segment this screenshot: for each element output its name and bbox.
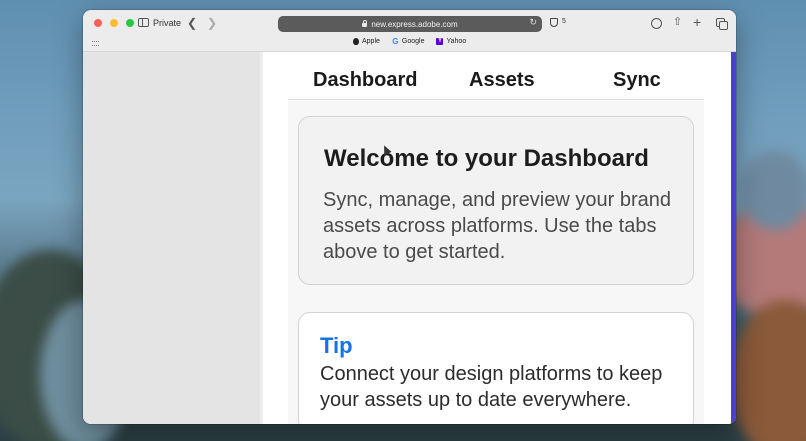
back-icon[interactable]: ❮ [187,16,197,30]
left-panel [83,52,260,424]
tab-assets[interactable]: Assets [469,69,535,92]
tip-title: Tip [320,333,353,358]
bookmark-yahoo[interactable]: Y Yahoo [436,38,466,45]
lock-icon [362,20,368,27]
favorites-bar: Apple G Google Y Yahoo [353,37,466,46]
yahoo-logo-icon: Y [436,38,444,45]
tab-sync[interactable]: Sync [613,69,661,92]
welcome-title: Welcome to your Dashboard [324,145,649,172]
tab-dashboard[interactable]: Dashboard [313,69,417,92]
accent-bar [731,52,736,424]
bookmark-label: Yahoo [446,38,467,45]
privacy-shield-icon[interactable] [550,18,558,27]
dashboard-panel: Welcome to your Dashboard Sync, manage, … [288,101,704,424]
welcome-body: Sync, manage, and preview your brand ass… [323,189,671,263]
tip-card: Tip Connect your design platforms to kee… [298,312,694,424]
tip-body: Connect your design platforms to keep yo… [320,363,663,411]
bookmark-label: Google [401,38,425,45]
browser-toolbar: Private ❮ ❯ new.express.adobe.com ↻ 5 ⇧ … [83,10,736,52]
private-label: Private [153,18,182,28]
address-bar[interactable]: new.express.adobe.com ↻ [278,16,542,32]
bookmark-label: Apple [362,38,380,45]
forward-icon[interactable]: ❯ [207,16,217,30]
minimize-window-button[interactable] [110,19,118,27]
google-logo-icon: G [392,37,399,46]
address-text: new.express.adobe.com [371,19,458,29]
new-tab-icon[interactable]: + [693,14,701,30]
web-page: Dashboard Assets Sync Welcome to your Da… [83,52,736,424]
browser-window: Private ❮ ❯ new.express.adobe.com ↻ 5 ⇧ … [83,10,736,424]
tracker-count: 5 [562,18,566,25]
bookmark-apple[interactable]: Apple [353,38,380,45]
tab-overview-icon[interactable] [716,18,728,30]
tab-bar: Dashboard Assets Sync [288,52,704,100]
bookmark-google[interactable]: G Google [392,37,425,46]
welcome-card: Welcome to your Dashboard Sync, manage, … [298,116,694,285]
share-icon[interactable]: ⇧ [673,15,682,28]
window-controls [94,19,134,27]
downloads-icon[interactable] [651,18,662,29]
favorites-grid-icon[interactable] [92,41,99,46]
sidebar-toggle-icon[interactable] [138,18,149,27]
apple-logo-icon [353,38,359,45]
close-window-button[interactable] [94,19,102,27]
reload-icon[interactable]: ↻ [529,17,537,28]
zoom-window-button[interactable] [126,19,134,27]
app-content: Dashboard Assets Sync Welcome to your Da… [263,52,731,424]
